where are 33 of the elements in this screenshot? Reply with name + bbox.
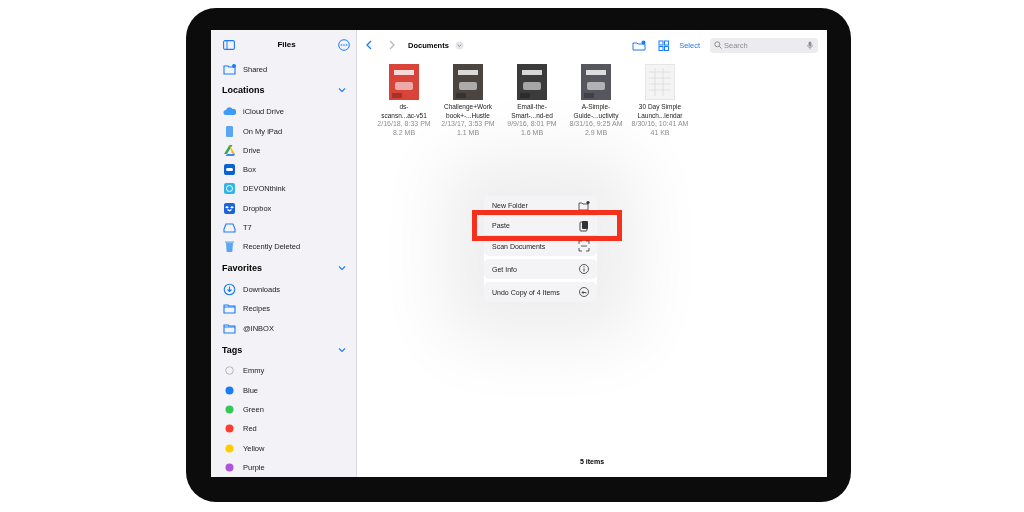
drive-icon <box>223 221 236 234</box>
sidebar-title: Files <box>277 40 296 50</box>
info-icon <box>578 263 590 275</box>
clipboard-icon <box>578 219 590 232</box>
forward-icon[interactable] <box>388 40 396 50</box>
app-tile-icon <box>223 163 236 177</box>
triangle-icon <box>223 143 236 157</box>
new-folder-icon[interactable] <box>632 39 647 51</box>
download-icon <box>223 283 236 297</box>
trash-icon <box>223 240 236 254</box>
section-heading: Favorites <box>222 263 263 274</box>
folder-icon <box>223 302 236 316</box>
undo-icon <box>578 286 590 298</box>
box-icon <box>223 201 236 215</box>
grid-icon[interactable] <box>658 39 670 51</box>
new-folder-icon <box>578 199 590 212</box>
dropdown-icon[interactable] <box>454 40 464 50</box>
sidebar-icon[interactable] <box>223 39 235 50</box>
chevron-icon[interactable] <box>338 265 346 272</box>
chevron-icon[interactable] <box>338 87 346 94</box>
microphone-icon[interactable] <box>807 40 813 50</box>
tag-circle-icon <box>225 366 234 376</box>
folder-icon <box>223 62 236 76</box>
chevron-icon[interactable] <box>338 346 346 353</box>
scan-icon <box>578 240 590 252</box>
back-icon[interactable] <box>365 40 373 50</box>
more-icon[interactable] <box>338 38 350 51</box>
section-heading: Locations <box>222 85 265 96</box>
section-heading: Tags <box>222 344 243 355</box>
swirl-icon <box>223 182 236 196</box>
folder-icon <box>223 321 236 335</box>
search-icon <box>714 41 722 49</box>
tablet-icon <box>223 124 236 138</box>
